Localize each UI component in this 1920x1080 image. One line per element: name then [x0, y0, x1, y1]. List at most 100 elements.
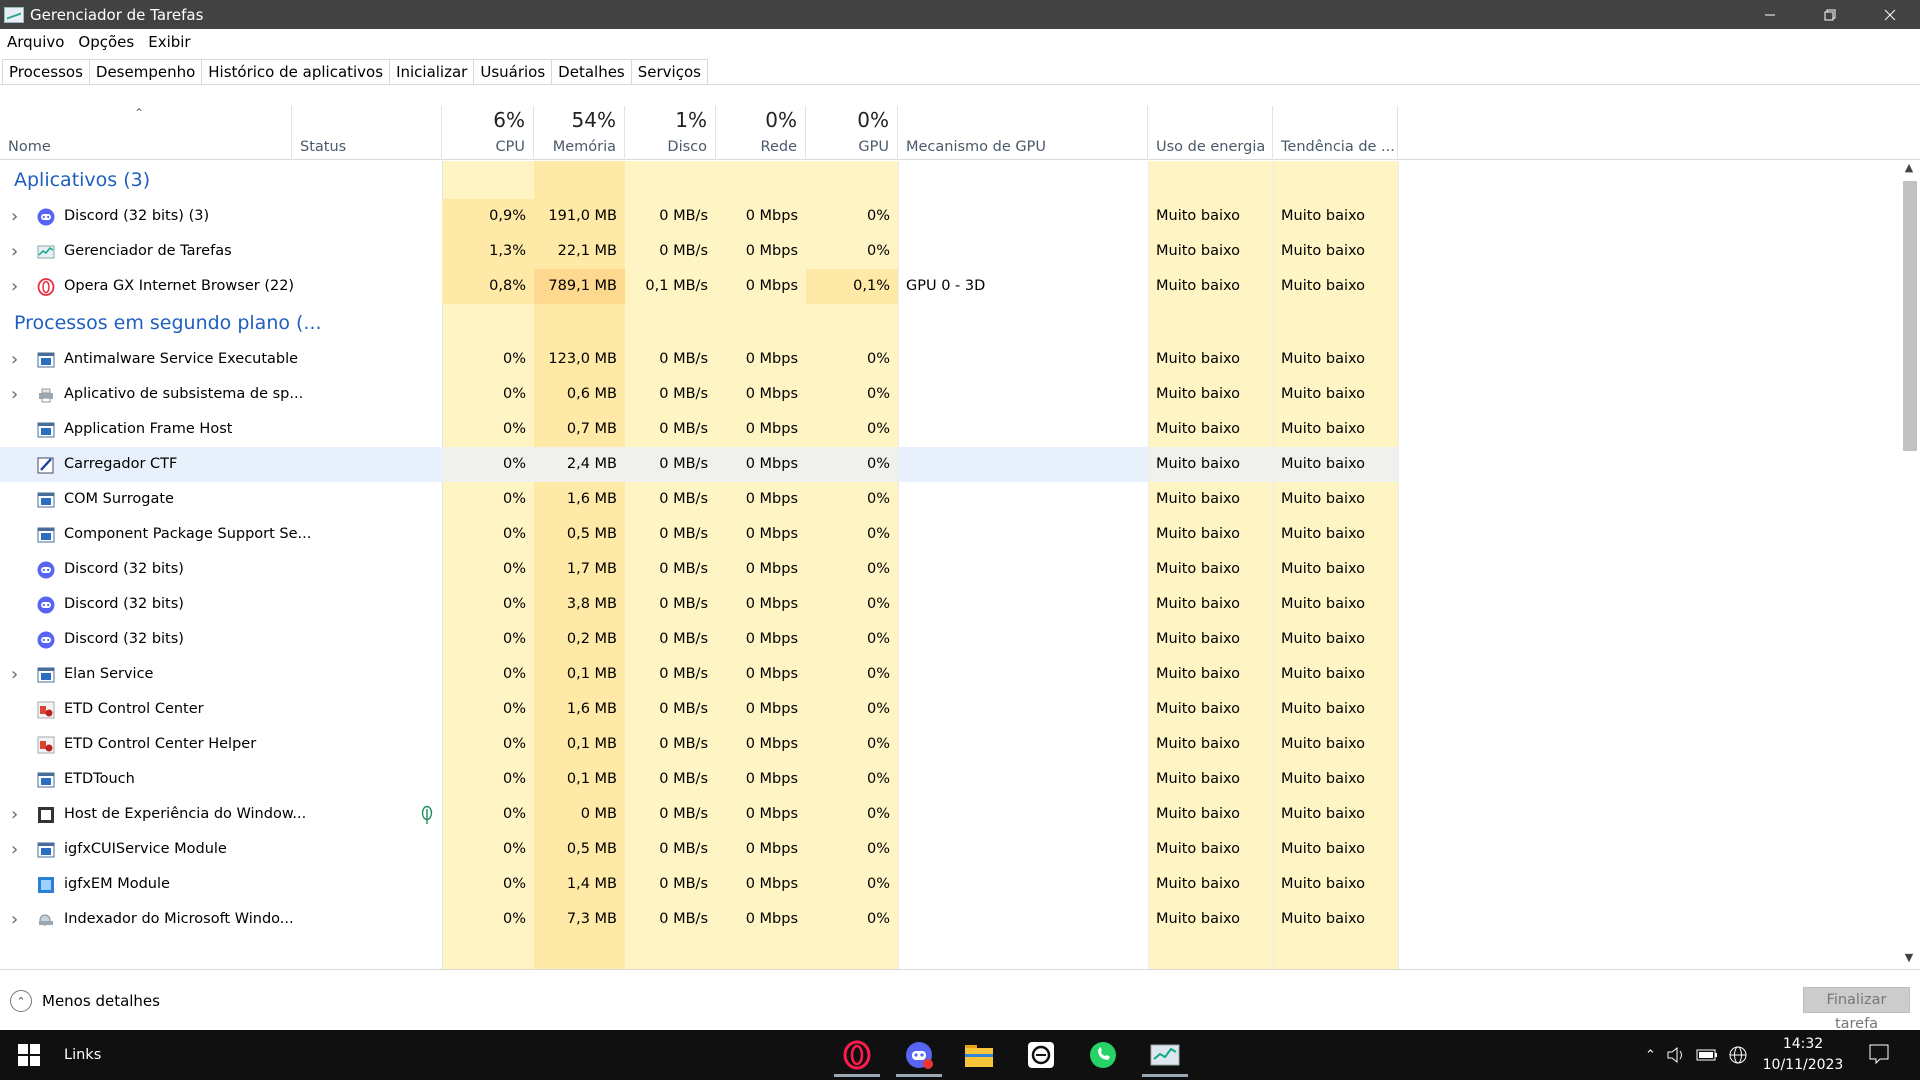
column-memory[interactable]: 54% Memória — [534, 106, 625, 160]
clock-time: 14:32 — [1782, 1036, 1824, 1052]
links-toolbar[interactable]: Links — [64, 1030, 101, 1080]
table-row[interactable]: ETD Control Center Helper 0% 0,1 MB 0 MB/s 0… — [0, 727, 1398, 762]
column-name[interactable]: ⌃ Nome — [0, 106, 292, 160]
close-button[interactable] — [1860, 0, 1920, 29]
expand-chevron-icon[interactable]: › — [11, 797, 18, 832]
power-trend-value: Muito baixo — [1281, 736, 1366, 752]
table-row[interactable]: Carregador CTF 0% 2,4 MB 0 MB/s 0 Mbps 0% Muit… — [0, 447, 1398, 482]
gpu-value: 0,1% — [853, 278, 890, 294]
table-row[interactable]: Application Frame Host 0% 0,7 MB 0 MB/s 0 Mb… — [0, 412, 1398, 447]
column-power-trend[interactable]: Tendência de ... — [1273, 106, 1398, 160]
disk-value: 0,1 MB/s — [645, 278, 708, 294]
discord-icon[interactable] — [892, 1033, 946, 1077]
column-status[interactable]: Status — [292, 106, 442, 160]
cpu-value: 0% — [502, 806, 526, 822]
column-cpu[interactable]: 6% CPU — [442, 106, 534, 160]
whatsapp-icon[interactable] — [1076, 1033, 1130, 1077]
power-usage-value: Muito baixo — [1156, 666, 1241, 682]
table-row[interactable]: › Antimalware Service Executable 0% 123,0 M… — [0, 342, 1398, 377]
gpu-engine-value — [898, 797, 1148, 832]
tab-usuarios[interactable]: Usuários — [474, 59, 553, 85]
cpu-value: 0% — [502, 631, 526, 647]
expand-chevron-icon[interactable]: › — [11, 342, 18, 377]
minimize-button[interactable] — [1740, 0, 1800, 29]
table-row[interactable]: › Discord (32 bits) (3) 0,9% 191,0 MB 0 MB/s… — [0, 199, 1398, 234]
expand-chevron-icon[interactable]: › — [11, 199, 18, 234]
tab-inicializar[interactable]: Inicializar — [390, 59, 475, 85]
tab-desempenho[interactable]: Desempenho — [89, 59, 203, 85]
cpu-value: 0% — [502, 736, 526, 752]
table-row[interactable]: › Host de Experiência do Window... 0% 0 MB 0… — [0, 797, 1398, 832]
chatgpt-icon[interactable] — [1014, 1033, 1068, 1077]
clock[interactable]: 14:32 10/11/2023 — [1758, 1034, 1848, 1076]
tab-historico[interactable]: Histórico de aplicativos — [202, 59, 391, 85]
expand-chevron-icon[interactable]: › — [11, 657, 18, 692]
expand-chevron-icon[interactable]: › — [11, 234, 18, 269]
memory-value: 0,7 MB — [566, 421, 617, 437]
end-task-button[interactable]: Finalizar tarefa — [1803, 987, 1910, 1032]
network-value: 0 Mbps — [745, 456, 798, 472]
table-row[interactable]: › Indexador do Microsoft Windo... 0% 7,3 MB… — [0, 902, 1398, 937]
expand-chevron-icon[interactable]: › — [11, 377, 18, 412]
battery-icon[interactable] — [1696, 1048, 1718, 1062]
window-controls — [1740, 0, 1920, 29]
column-status-label: Status — [300, 139, 347, 155]
table-row[interactable]: › Elan Service 0% 0,1 MB 0 MB/s 0 Mbps 0% Muito… — [0, 657, 1398, 692]
scroll-thumb[interactable] — [1903, 181, 1917, 451]
table-row[interactable]: COM Surrogate 0% 1,6 MB 0 MB/s 0 Mbps 0% Muito… — [0, 482, 1398, 517]
table-row[interactable]: › Aplicativo de subsistema de sp... 0% 0,6 … — [0, 377, 1398, 412]
file-explorer-icon[interactable] — [952, 1033, 1006, 1077]
power-trend-value: Muito baixo — [1281, 561, 1366, 577]
show-hidden-icons-icon[interactable]: ⌃ — [1645, 1048, 1656, 1063]
tab-servicos[interactable]: Serviços — [631, 59, 708, 85]
expand-chevron-icon[interactable]: › — [11, 832, 18, 867]
column-power-label: Uso de energia — [1156, 139, 1266, 155]
restore-button[interactable] — [1800, 0, 1860, 29]
network-value: 0 Mbps — [745, 208, 798, 224]
scroll-down-button[interactable]: ▼ — [1898, 951, 1920, 969]
tab-detalhes[interactable]: Detalhes — [552, 59, 632, 85]
table-row[interactable]: Discord (32 bits) 0% 3,8 MB 0 MB/s 0 Mbps 0% M… — [0, 587, 1398, 622]
scroll-up-button[interactable]: ▲ — [1898, 161, 1920, 179]
column-cpu-label: CPU — [495, 139, 525, 155]
restore-icon — [1824, 9, 1836, 20]
menu-opcoes[interactable]: Opções — [71, 33, 141, 51]
opera-gx-icon[interactable] — [830, 1033, 884, 1077]
vertical-scrollbar[interactable]: ▲ ▼ — [1898, 161, 1920, 969]
table-row[interactable]: › Gerenciador de Tarefas 1,3% 22,1 MB 0 MB/s… — [0, 234, 1398, 269]
printer-icon — [37, 386, 55, 404]
column-power[interactable]: Uso de energia — [1148, 106, 1273, 160]
menu-exibir[interactable]: Exibir — [141, 33, 197, 51]
table-row[interactable]: › igfxCUIService Module 0% 0,5 MB 0 MB/s 0 Mb… — [0, 832, 1398, 867]
notification-center-icon[interactable] — [1868, 1043, 1890, 1065]
task-manager-icon[interactable] — [1138, 1033, 1192, 1077]
column-gpu-engine[interactable]: Mecanismo de GPU — [898, 106, 1148, 160]
gpu-engine-value — [898, 587, 1148, 622]
less-details-button[interactable]: ⌃ Menos detalhes — [10, 990, 160, 1012]
table-row[interactable]: ETD Control Center 0% 1,6 MB 0 MB/s 0 Mbps 0%… — [0, 692, 1398, 727]
process-name: igfxCUIService Module — [64, 841, 227, 857]
windows-start-icon[interactable] — [18, 1044, 40, 1066]
power-trend-value: Muito baixo — [1281, 421, 1366, 437]
table-row[interactable]: ETDTouch 0% 0,1 MB 0 MB/s 0 Mbps 0% Muito baix… — [0, 762, 1398, 797]
table-row[interactable]: igfxEM Module 0% 1,4 MB 0 MB/s 0 Mbps 0% Muito… — [0, 867, 1398, 902]
host-icon — [37, 806, 55, 824]
column-network[interactable]: 0% Rede — [716, 106, 806, 160]
expand-chevron-icon[interactable]: › — [11, 902, 18, 937]
table-row[interactable]: Discord (32 bits) 0% 1,7 MB 0 MB/s 0 Mbps 0% M… — [0, 552, 1398, 587]
table-row[interactable]: Component Package Support Se... 0% 0,5 MB 0… — [0, 517, 1398, 552]
menu-arquivo[interactable]: Arquivo — [0, 33, 71, 51]
table-row[interactable]: Discord (32 bits) 0% 0,2 MB 0 MB/s 0 Mbps 0% M… — [0, 622, 1398, 657]
column-gpu[interactable]: 0% GPU — [806, 106, 898, 160]
column-disk[interactable]: 1% Disco — [625, 106, 716, 160]
network-value: 0 Mbps — [745, 771, 798, 787]
group-header[interactable]: Aplicativos (3) — [0, 161, 1398, 199]
memory-value: 0,1 MB — [566, 736, 617, 752]
table-row[interactable]: › Opera GX Internet Browser (22) 0,8% 789,1… — [0, 269, 1398, 304]
expand-chevron-icon[interactable]: › — [11, 269, 18, 304]
tab-processos[interactable]: Processos — [2, 59, 90, 85]
group-header[interactable]: Processos em segundo plano (... — [0, 304, 1398, 342]
globe-network-icon[interactable] — [1728, 1045, 1748, 1065]
gpu-value: 0% — [866, 491, 890, 507]
speaker-icon[interactable] — [1666, 1046, 1686, 1064]
